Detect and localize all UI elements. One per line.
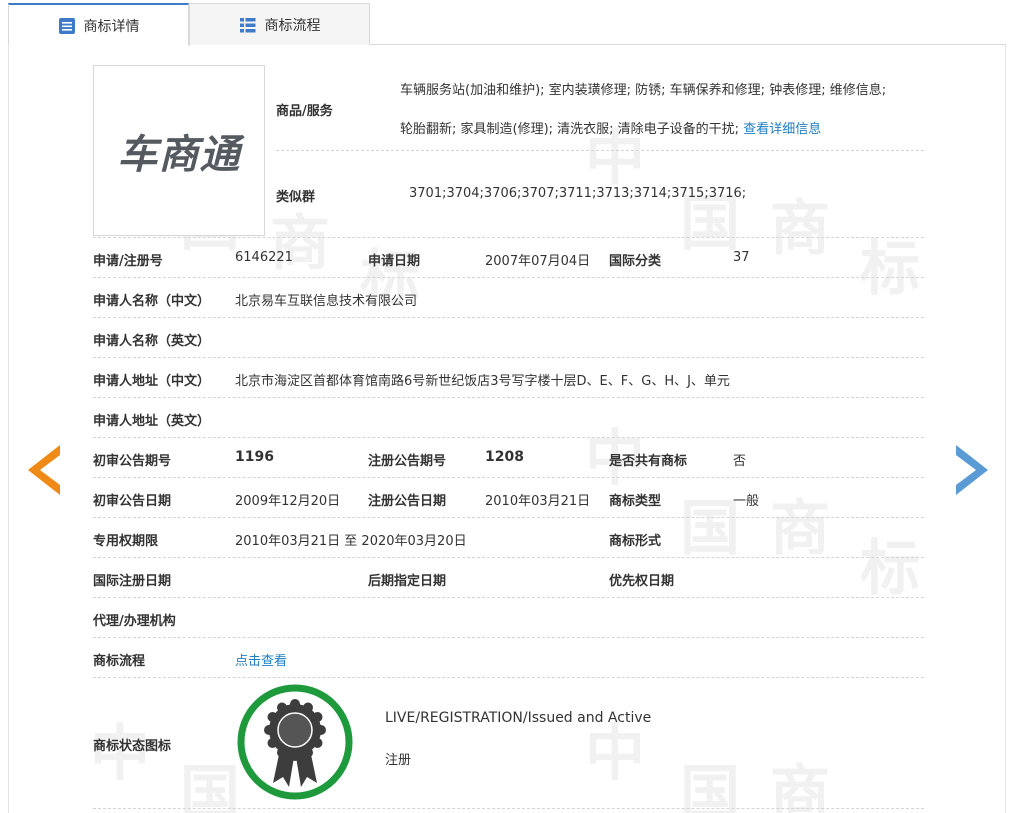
status-chinese: 注册 [385, 753, 412, 768]
intl-class-label: 国际分类 [609, 254, 662, 269]
address-cn-label: 申请人地址（中文） [93, 374, 211, 389]
intl-reg-date-label: 国际注册日期 [93, 574, 172, 589]
tab-bar: 商标详情 商标流程 [8, 3, 1006, 46]
divider [93, 557, 924, 558]
goods-label: 商品/服务 [276, 104, 333, 119]
divider [93, 437, 924, 438]
prev-arrow-icon[interactable] [28, 445, 60, 495]
exclusive-period-value: 2010年03月21日 至 2020年03月20日 [235, 534, 467, 549]
similar-group-label: 类似群 [276, 190, 316, 205]
process-label: 商标流程 [93, 654, 146, 669]
divider [93, 397, 924, 398]
next-arrow-icon[interactable] [956, 445, 988, 495]
apply-date-label: 申请日期 [368, 254, 421, 269]
reg-issue-value: 1208 [485, 449, 524, 465]
mark-form-label: 商标形式 [609, 534, 662, 549]
process-view-link[interactable]: 点击查看 [235, 650, 287, 669]
divider [93, 677, 924, 678]
agency-label: 代理/办理机构 [93, 614, 176, 629]
divider [93, 277, 924, 278]
apply-date-value: 2007年07月04日 [485, 254, 591, 269]
prelim-date-label: 初审公告日期 [93, 494, 172, 509]
exclusive-period-label: 专用权期限 [93, 534, 159, 549]
tab-trademark-details[interactable]: 商标详情 [8, 3, 189, 46]
shared-mark-label: 是否共有商标 [609, 454, 688, 469]
address-en-label: 申请人地址（英文） [93, 414, 211, 429]
divider [93, 808, 924, 809]
divider [93, 317, 924, 318]
prelim-issue-label: 初审公告期号 [93, 454, 172, 469]
priority-date-label: 优先权日期 [609, 574, 675, 589]
trademark-image: 车商通 [93, 65, 265, 236]
goods-line-1: 车辆服务站(加油和维护); 室内装璜修理; 防锈; 车辆保养和修理; 钟表修理;… [400, 83, 887, 98]
trademark-logo-text: 车商通 [117, 131, 241, 178]
medal-icon [237, 684, 353, 800]
address-cn-value: 北京市海淀区首都体育馆南路6号新世纪饭店3号写字楼十层D、E、F、G、H、J、单… [235, 374, 730, 389]
reg-date-value: 2010年03月21日 [485, 494, 591, 509]
shared-mark-value: 否 [733, 454, 747, 469]
tab-label: 商标流程 [264, 17, 321, 34]
applicant-cn-value: 北京易车互联信息技术有限公司 [235, 294, 418, 309]
prelim-issue-value: 1196 [235, 449, 274, 465]
reg-no-value: 6146221 [235, 250, 293, 265]
divider [93, 597, 924, 598]
goods-line-2: 轮胎翻新; 家具制造(修理); 清洗衣服; 清除电子设备的干扰; 查看详细信息 [400, 122, 822, 137]
list-doc-icon [58, 17, 76, 35]
mark-type-value: 一般 [733, 494, 760, 509]
applicant-en-label: 申请人名称（英文） [93, 334, 211, 349]
reg-no-label: 申请/注册号 [93, 254, 163, 269]
divider [93, 237, 924, 238]
view-details-link[interactable]: 查看详细信息 [743, 122, 821, 137]
status-icon-label: 商标状态图标 [93, 739, 172, 754]
divider [276, 150, 924, 151]
registered-status-badge [236, 683, 354, 801]
similar-group-value: 3701;3704;3706;3707;3711;3713;3714;3715;… [409, 186, 747, 201]
applicant-cn-label: 申请人名称（中文） [93, 294, 211, 309]
reg-date-label: 注册公告日期 [368, 494, 447, 509]
divider [93, 637, 924, 638]
status-english: LIVE/REGISTRATION/Issued and Active [385, 710, 652, 726]
tab-trademark-process[interactable]: 商标流程 [189, 3, 370, 45]
tab-label: 商标详情 [83, 18, 140, 35]
reg-issue-label: 注册公告期号 [368, 454, 447, 469]
divider [93, 517, 924, 518]
divider [93, 357, 924, 358]
later-designation-label: 后期指定日期 [368, 574, 447, 589]
mark-type-label: 商标类型 [609, 494, 662, 509]
list-icon [239, 16, 257, 34]
divider [93, 477, 924, 478]
prelim-date-value: 2009年12月20日 [235, 494, 341, 509]
intl-class-value: 37 [733, 250, 750, 265]
